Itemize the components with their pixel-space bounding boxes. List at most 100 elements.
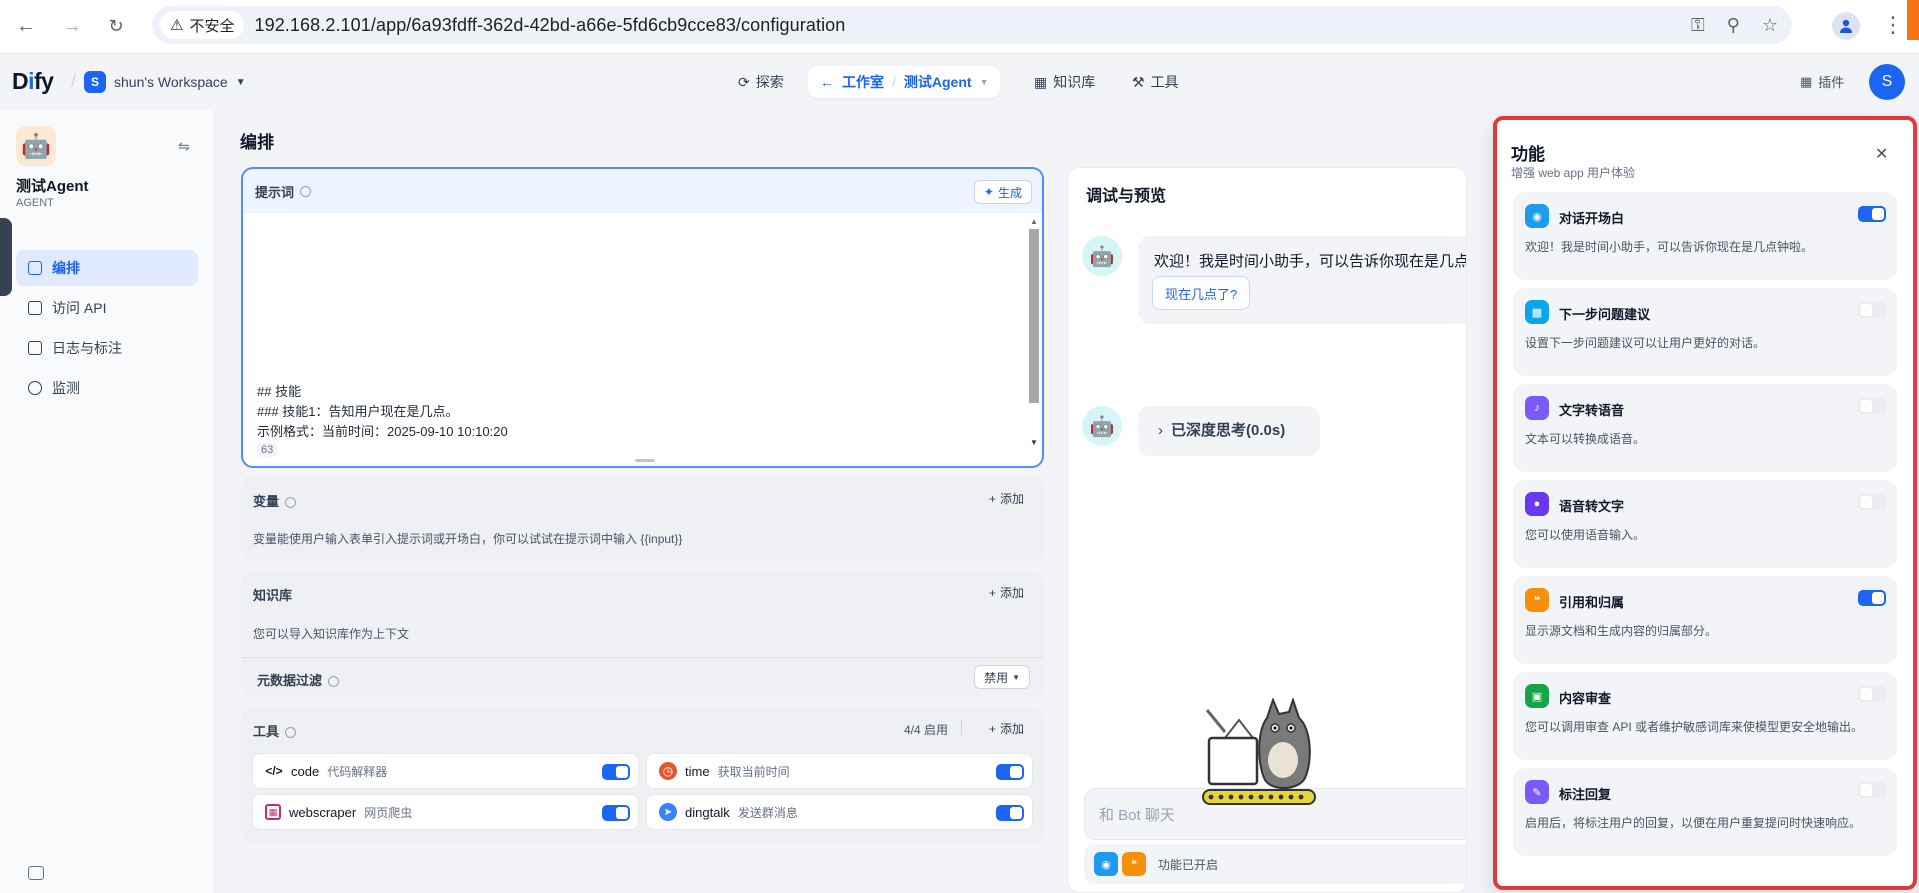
generate-button[interactable]: ✦ 生成	[973, 180, 1032, 204]
browser-toolbar: ← → ↻ ⚠ 不安全 192.168.2.101/app/6a93fdff-3…	[0, 0, 1919, 54]
url-text[interactable]: 192.168.2.101/app/6a93fdff-362d-42bd-a66…	[254, 15, 845, 36]
feature-annotation-reply[interactable]: ✎ 标注回复 启用后，将标注用户的回复，以便在用户重复提问时快速响应。	[1513, 768, 1897, 856]
divider	[241, 657, 1044, 658]
terminal-icon	[28, 301, 42, 315]
sidebar-item-orchestrate[interactable]: 编排	[16, 250, 198, 286]
feature-opening-statement[interactable]: ◉ 对话开场白 欢迎！我是时间小助手，可以告诉你现在是几点钟啦。	[1513, 192, 1897, 280]
citation-icon: ❝	[1525, 588, 1549, 612]
tool-desc: 发送群消息	[737, 805, 798, 820]
nav-explore[interactable]: ⟳ 探索	[738, 66, 784, 98]
warning-icon: ⚠	[170, 17, 184, 34]
help-icon[interactable]	[285, 727, 297, 739]
scroll-up-icon[interactable]: ▲	[1030, 217, 1038, 226]
feature-desc: 启用后，将标注用户的回复，以便在用户重复提问时快速响应。	[1525, 816, 1862, 830]
features-enabled-bar[interactable]: ◉ ❝ 功能已开启	[1084, 844, 1466, 884]
prompt-editor[interactable]: 提示词 ✦ 生成 ## 技能 ### 技能1：告知用户现在是几点。 示例格式：当前时…	[241, 167, 1044, 468]
feature-title: 内容审查	[1559, 691, 1612, 706]
feature-toggle[interactable]	[1858, 302, 1886, 318]
prompt-scrollbar[interactable]: ▲ ▼	[1028, 217, 1040, 447]
reload-icon[interactable]: ↻	[102, 12, 130, 40]
sidebar-item-api[interactable]: 访问 API	[16, 290, 198, 326]
prompt-text[interactable]: ## 技能 ### 技能1：告知用户现在是几点。 示例格式：当前时间：2025-09…	[257, 382, 508, 442]
features-subtitle: 增强 web app 用户体验	[1511, 166, 1636, 180]
nav-app-crumb[interactable]: 测试Agent	[904, 72, 972, 92]
tools-title: 工具	[253, 721, 297, 740]
address-bar[interactable]: ⚠ 不安全 192.168.2.101/app/6a93fdff-362d-42…	[152, 6, 1792, 44]
star-icon[interactable]: ☆	[1762, 15, 1778, 36]
citation-icon: ❝	[1122, 852, 1146, 876]
tool-code[interactable]: </> code 代码解释器	[252, 753, 639, 789]
generate-label: 生成	[997, 185, 1022, 200]
feature-moderation[interactable]: ▣ 内容审查 您可以调用审查 API 或者维护敏感词库来使模型更安全地输出。	[1513, 672, 1897, 760]
tool-toggle[interactable]	[996, 805, 1024, 821]
suggested-question-button[interactable]: 现在几点了?	[1152, 276, 1251, 310]
nav-tools[interactable]: ⚒ 工具	[1132, 66, 1179, 98]
feature-text-to-speech[interactable]: ♪ 文字转语音 文本可以转换成语音。	[1513, 384, 1897, 472]
add-variable-button[interactable]: + 添加	[989, 490, 1024, 507]
security-chip[interactable]: ⚠ 不安全	[160, 11, 245, 39]
add-tool-button[interactable]: + 添加	[989, 720, 1024, 737]
scroll-down-icon[interactable]: ▼	[1030, 438, 1038, 447]
feature-title: 对话开场白	[1559, 211, 1625, 226]
tool-toggle[interactable]	[996, 764, 1024, 780]
collapse-sidebar-icon[interactable]	[28, 866, 44, 880]
workspace-switcher[interactable]: S shun's Workspace ▼	[84, 71, 246, 93]
variables-section: 变量 + 添加 变量能使用户输入表单引入提示词或开场白，你可以试试在提示词中输入 …	[241, 477, 1044, 561]
feature-suggested-questions[interactable]: ▩ 下一步问题建议 设置下一步问题建议可以让用户更好的对话。	[1513, 288, 1897, 376]
gauge-icon	[28, 381, 42, 395]
profile-icon[interactable]	[1832, 12, 1860, 40]
resize-handle[interactable]	[635, 459, 655, 462]
chat-bubble-icon: ◉	[1094, 852, 1118, 876]
speaker-icon: ♪	[1525, 396, 1549, 420]
tool-dingtalk[interactable]: ➤ dingtalk 发送群消息	[646, 794, 1033, 830]
thinking-label: › 已深度思考(0.0s)	[1158, 422, 1286, 439]
plugins-button[interactable]: ▦ 插件	[1800, 72, 1844, 91]
cube-icon: ▦	[1800, 73, 1813, 89]
feature-toggle[interactable]	[1858, 782, 1886, 798]
scroll-thumb[interactable]	[1029, 229, 1039, 403]
nav-studio-label[interactable]: 工作室	[842, 72, 884, 92]
feature-toggle[interactable]	[1858, 686, 1886, 702]
feature-toggle[interactable]	[1858, 494, 1886, 510]
message-question-icon: ▩	[1525, 300, 1549, 324]
forward-icon[interactable]: →	[58, 12, 86, 40]
robot-icon: 🤖	[16, 126, 56, 166]
welcome-message: 欢迎！我是时间小助手，可以告诉你现在是几点钟啦。 现在几点了?	[1138, 236, 1467, 324]
zoom-icon[interactable]: ⚲	[1727, 15, 1740, 36]
sidebar-item-logs[interactable]: 日志与标注	[16, 330, 198, 366]
browser-menu-icon[interactable]: ⋮	[1882, 12, 1904, 38]
nav-studio[interactable]: ← 工作室 / 测试Agent ▼	[808, 66, 1001, 98]
key-icon[interactable]: ⚿	[1691, 15, 1705, 36]
user-avatar[interactable]: S	[1869, 64, 1905, 100]
feature-desc: 显示源文档和生成内容的归属部分。	[1525, 624, 1718, 638]
app-header: Dify / S shun's Workspace ▼ ⟳ 探索 ← 工作室 /…	[0, 54, 1919, 110]
feature-toggle[interactable]	[1858, 206, 1886, 222]
tool-webscraper[interactable]: ▦ webscraper 网页爬虫	[252, 794, 639, 830]
feature-speech-to-text[interactable]: ● 语音转文字 您可以使用语音输入。	[1513, 480, 1897, 568]
workspace-name: shun's Workspace	[114, 74, 228, 90]
metadata-filter-select[interactable]: 禁用 ▼	[974, 665, 1030, 689]
nav-knowledge[interactable]: ▦ 知识库	[1034, 66, 1095, 98]
tool-toggle[interactable]	[602, 805, 630, 821]
tool-toggle[interactable]	[602, 764, 630, 780]
sidebar-item-monitor[interactable]: 监测	[16, 370, 198, 406]
panel-drag-handle[interactable]	[0, 218, 12, 296]
feature-toggle[interactable]	[1858, 398, 1886, 414]
dify-logo[interactable]: Dify	[12, 68, 54, 95]
feature-citation[interactable]: ❝ 引用和归属 显示源文档和生成内容的归属部分。	[1513, 576, 1897, 664]
back-icon[interactable]: ←	[12, 12, 40, 40]
page-title: 编排	[240, 133, 274, 152]
chevron-down-icon: ▼	[235, 76, 246, 88]
add-knowledge-button[interactable]: + 添加	[989, 584, 1024, 601]
thinking-message[interactable]: › 已深度思考(0.0s)	[1138, 406, 1320, 456]
feature-toggle[interactable]	[1858, 590, 1886, 606]
welcome-text: 欢迎！我是时间小助手，可以告诉你现在是几点钟啦。	[1154, 253, 1467, 270]
help-icon[interactable]	[285, 497, 297, 509]
close-icon[interactable]: ✕	[1875, 144, 1888, 164]
help-icon[interactable]	[328, 676, 340, 688]
tool-desc: 获取当前时间	[717, 764, 790, 779]
tool-time[interactable]: ◷ time 获取当前时间	[646, 753, 1033, 789]
breadcrumb-sep: /	[892, 74, 896, 90]
help-icon[interactable]	[300, 185, 312, 197]
settings-sliders-icon[interactable]: ⇋	[178, 138, 190, 155]
